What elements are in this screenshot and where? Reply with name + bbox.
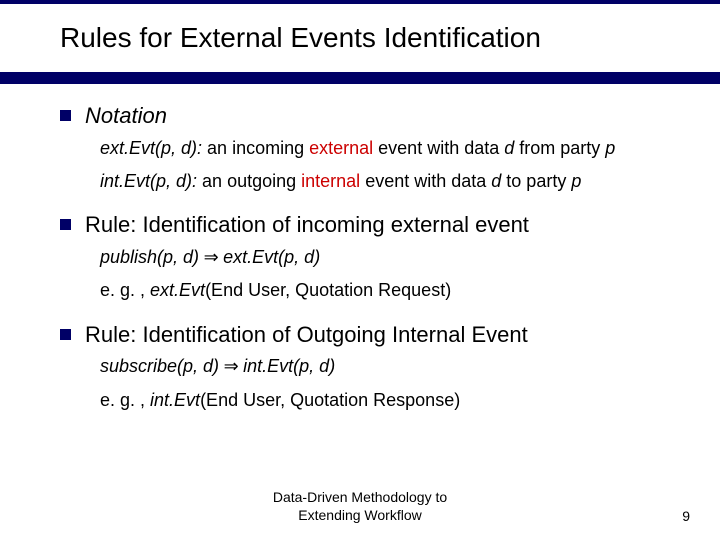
square-bullet-icon [60, 219, 71, 230]
footer-line1: Data-Driven Methodology to [0, 488, 720, 506]
title-inner: Rules for External Events Identification [0, 4, 720, 72]
title-band: Rules for External Events Identification [0, 0, 720, 84]
rule2-rhs: int.Evt(p, d) [243, 356, 335, 376]
rule1-eg: e. g. , [100, 280, 150, 300]
square-bullet-icon [60, 329, 71, 340]
notation-int: int.Evt(p, d): an outgoing internal even… [100, 170, 680, 193]
ext-d: d [504, 138, 514, 158]
square-bullet-icon [60, 110, 71, 121]
rule1-rest: (End User, Quotation Request) [205, 280, 451, 300]
rule2-eg: e. g. , [100, 390, 150, 410]
rule2-example: e. g. , int.Evt(End User, Quotation Resp… [100, 389, 680, 412]
ext-t2: event with data [373, 138, 504, 158]
implies-icon: ⇒ [219, 356, 243, 376]
int-prefix: int.Evt(p, d): [100, 171, 202, 191]
rule2-rest: (End User, Quotation Response) [200, 390, 460, 410]
content: Notation ext.Evt(p, d): an incoming exte… [0, 84, 720, 412]
page-title: Rules for External Events Identification [60, 22, 720, 54]
ext-prefix: ext.Evt(p, d): [100, 138, 207, 158]
rule1-ital: ext.Evt [150, 280, 205, 300]
page-number: 9 [682, 508, 690, 524]
bullet-item-notation: Notation [60, 102, 680, 131]
rule2-ital: int.Evt [150, 390, 200, 410]
int-t2: event with data [360, 171, 491, 191]
footer-line2: Extending Workflow [0, 506, 720, 524]
rule1-rhs: ext.Evt(p, d) [223, 247, 320, 267]
bullet-item-rule2: Rule: Identification of Outgoing Interna… [60, 321, 680, 350]
int-d: d [491, 171, 501, 191]
implies-icon: ⇒ [199, 247, 223, 267]
rule1-example: e. g. , ext.Evt(End User, Quotation Requ… [100, 279, 680, 302]
bullet-item-rule1: Rule: Identification of incoming externa… [60, 211, 680, 240]
notation-ext: ext.Evt(p, d): an incoming external even… [100, 137, 680, 160]
ext-p: p [605, 138, 615, 158]
rule1-formula: publish(p, d) ⇒ ext.Evt(p, d) [100, 246, 680, 269]
int-p: p [571, 171, 581, 191]
int-highlight: internal [301, 171, 360, 191]
int-t1: an outgoing [202, 171, 301, 191]
heading-rule1: Rule: Identification of incoming externa… [85, 211, 529, 240]
rule1-lhs: publish(p, d) [100, 247, 199, 267]
ext-t1: an incoming [207, 138, 309, 158]
heading-rule2: Rule: Identification of Outgoing Interna… [85, 321, 528, 350]
footer: Data-Driven Methodology to Extending Wor… [0, 488, 720, 524]
rule2-formula: subscribe(p, d) ⇒ int.Evt(p, d) [100, 355, 680, 378]
int-t3: to party [501, 171, 571, 191]
heading-notation: Notation [85, 102, 167, 131]
ext-t3: from party [514, 138, 605, 158]
rule2-lhs: subscribe(p, d) [100, 356, 219, 376]
ext-highlight: external [309, 138, 373, 158]
